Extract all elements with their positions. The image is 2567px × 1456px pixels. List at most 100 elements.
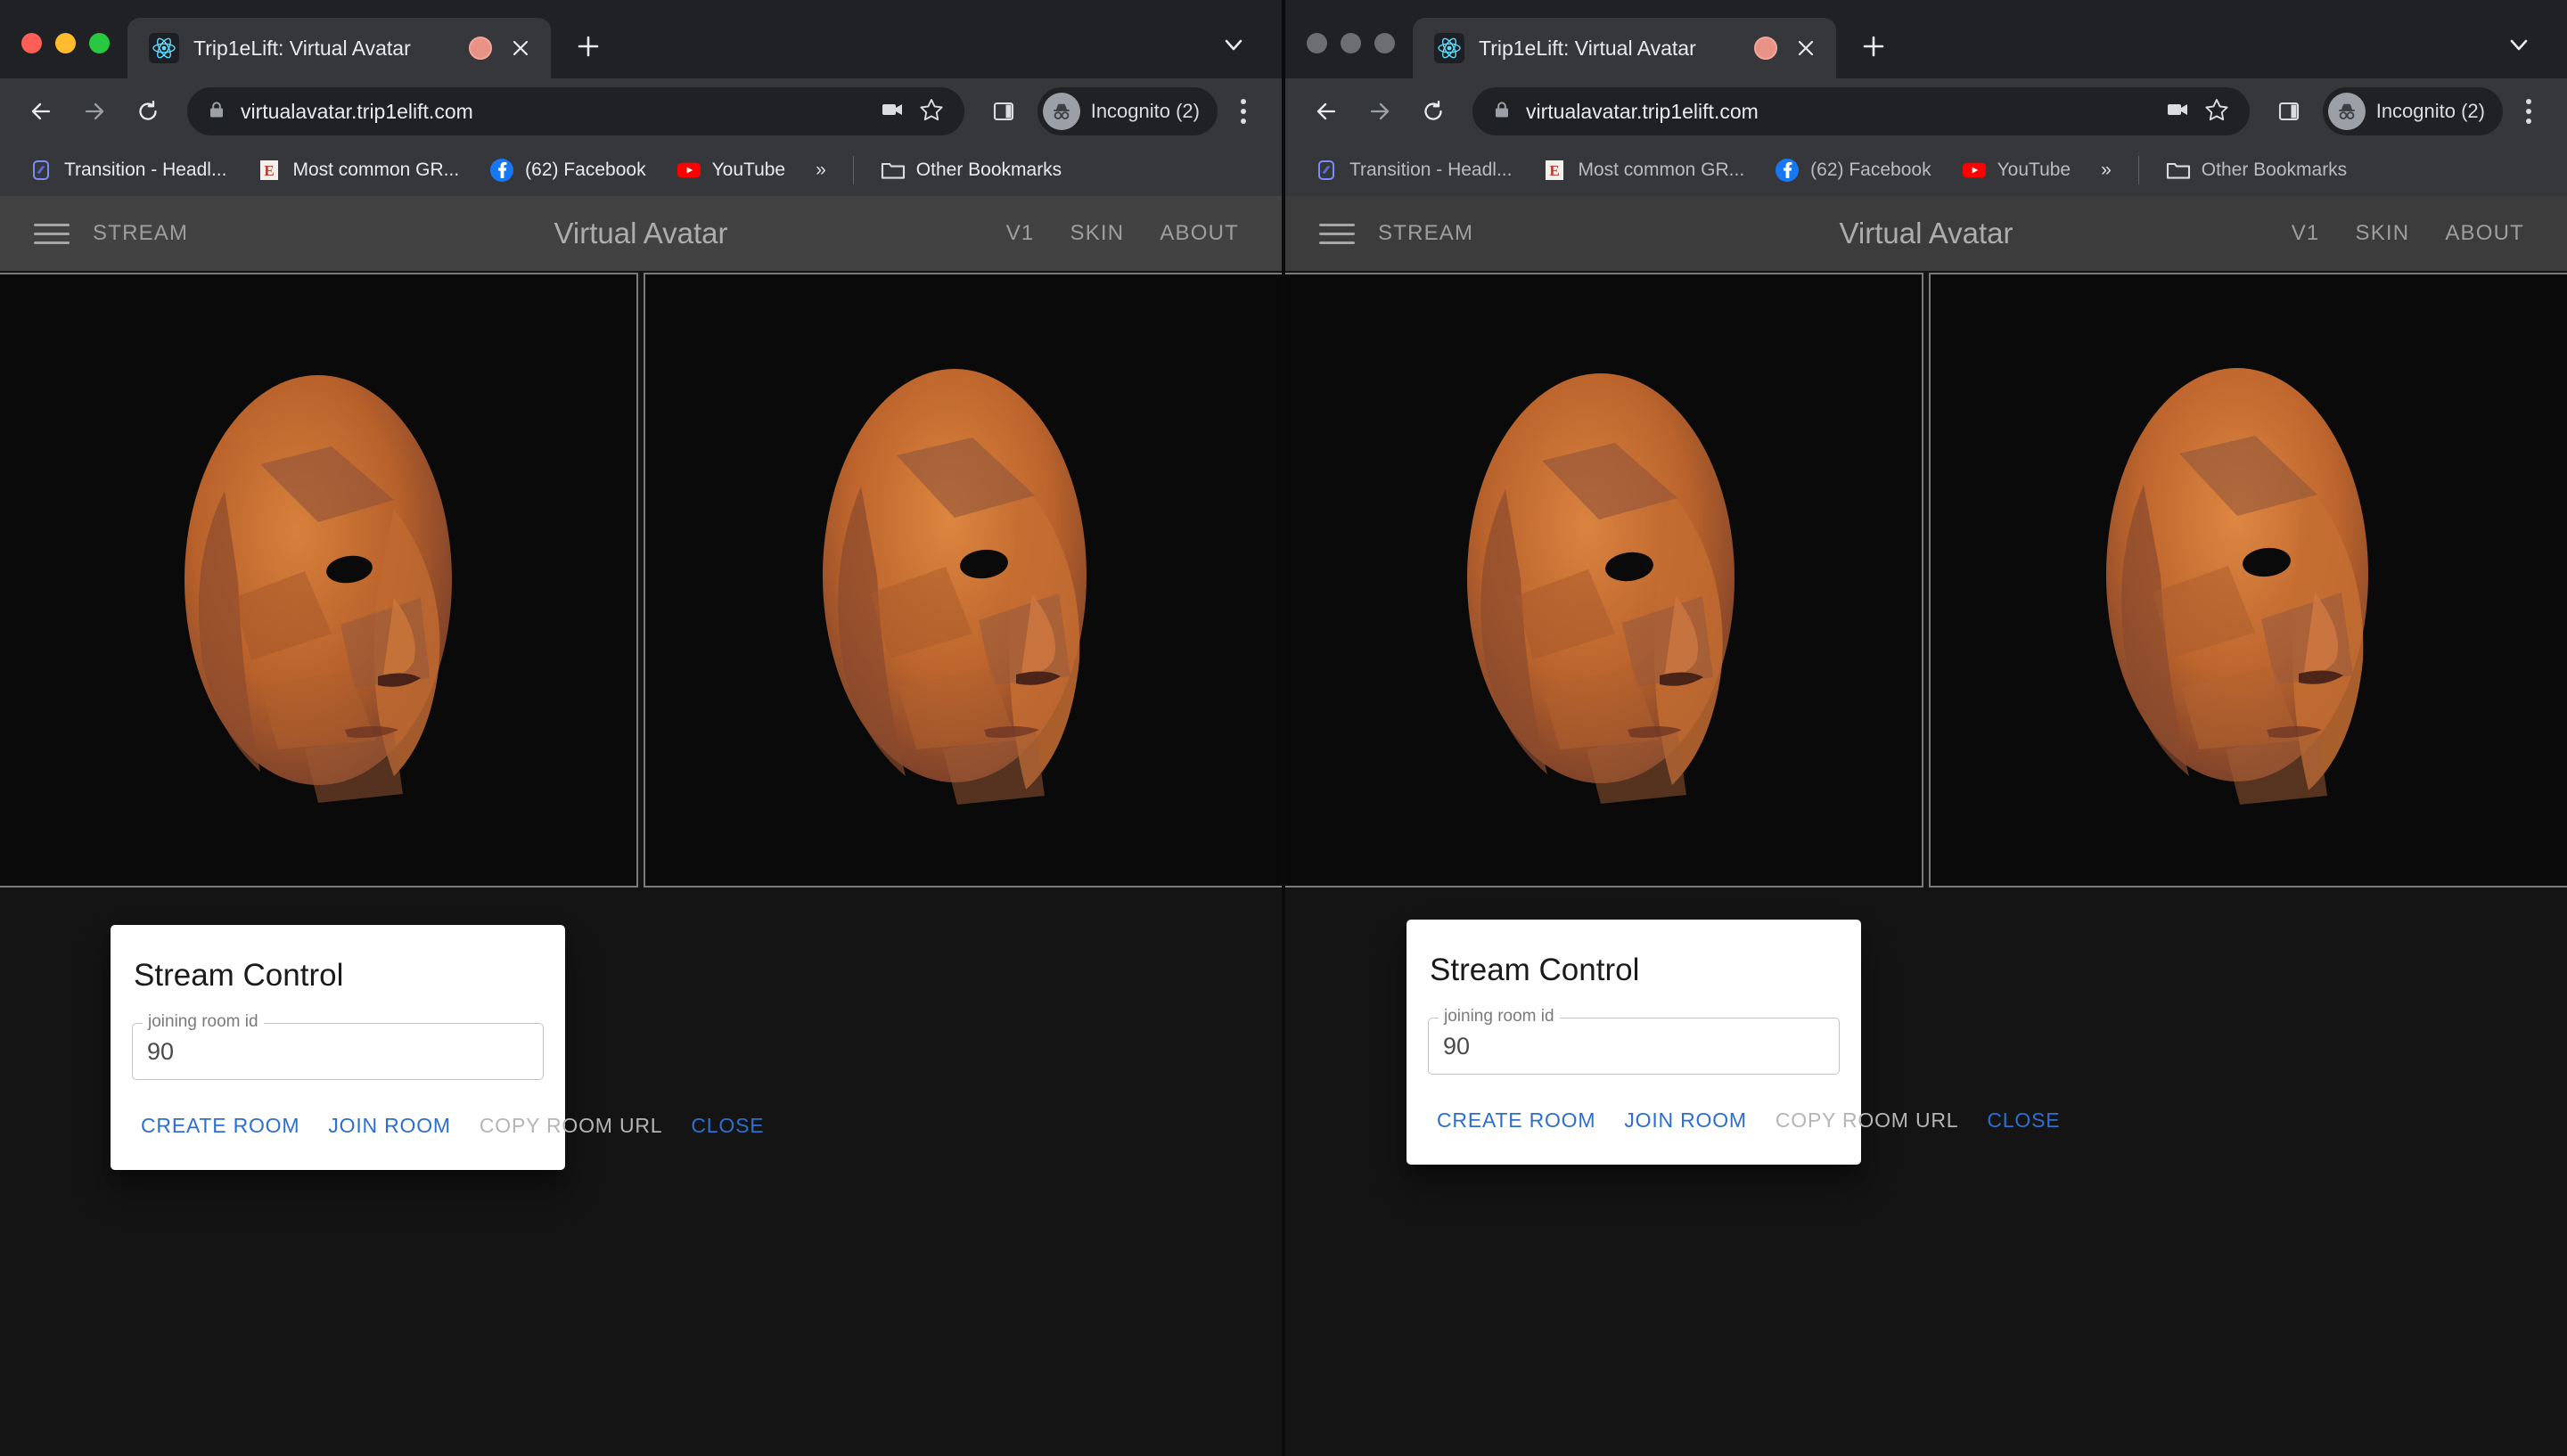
video-grid [0, 271, 1282, 888]
url-text: virtualavatar.trip1elift.com [241, 100, 865, 124]
close-window-button[interactable] [21, 33, 42, 53]
video-camera-icon[interactable] [879, 96, 906, 127]
maximize-window-button[interactable] [1374, 33, 1395, 53]
other-bookmarks-button[interactable]: Other Bookmarks [2153, 151, 2359, 190]
react-atom-icon [149, 33, 179, 63]
nav-item-stream[interactable]: STREAM [77, 221, 204, 246]
star-icon[interactable] [2203, 96, 2230, 127]
new-tab-button[interactable] [1849, 21, 1899, 71]
app-header: STREAM Virtual Avatar V1 SKIN ABOUT [1285, 196, 2567, 271]
incognito-hat-glasses-icon [2328, 93, 2366, 130]
close-window-button[interactable] [1307, 33, 1327, 53]
arrow-left-icon[interactable] [1301, 86, 1351, 136]
star-icon[interactable] [918, 96, 945, 127]
join-room-button[interactable]: JOIN ROOM [1610, 1101, 1761, 1140]
desktop-screen: Trip1eLift: Virtual Avatar [0, 0, 2567, 1456]
svg-text:E: E [1550, 162, 1560, 179]
window-controls[interactable] [1285, 33, 1413, 78]
double-chevron-icon[interactable]: » [2088, 152, 2124, 188]
close-dialog-button[interactable]: CLOSE [677, 1107, 778, 1145]
create-room-button[interactable]: CREATE ROOM [127, 1107, 314, 1145]
nav-item-v1[interactable]: V1 [990, 221, 1051, 246]
create-room-button[interactable]: CREATE ROOM [1423, 1101, 1610, 1140]
joining-room-id-field[interactable]: joining room id 90 [1428, 1018, 1840, 1075]
nav-item-skin[interactable]: SKIN [2339, 221, 2425, 246]
browser-toolbar: virtualavatar.trip1elift.com [0, 78, 1282, 144]
nav-item-about[interactable]: ABOUT [1144, 221, 1255, 246]
kebab-menu-icon[interactable] [1221, 86, 1266, 136]
bookmark-item[interactable]: (62) Facebook [1762, 151, 1943, 190]
joining-room-id-field[interactable]: joining room id 90 [132, 1023, 544, 1080]
facebook-icon [1775, 158, 1800, 183]
stream-control-dialog: Stream Control joining room id 90 CREATE… [111, 925, 565, 1170]
local-avatar-video[interactable] [0, 273, 638, 888]
address-bar[interactable]: virtualavatar.trip1elift.com [187, 87, 964, 135]
field-label: joining room id [1439, 1007, 1560, 1027]
bookmark-item[interactable]: Transition - Headl... [16, 151, 239, 190]
double-chevron-icon[interactable]: » [803, 152, 839, 188]
video-camera-icon[interactable] [2164, 96, 2191, 127]
close-icon[interactable] [506, 34, 535, 62]
chevron-down-icon[interactable] [2492, 20, 2546, 70]
bookmark-label: YouTube [1997, 160, 2071, 181]
side-panel-icon[interactable] [979, 86, 1029, 136]
close-dialog-button[interactable]: CLOSE [1972, 1101, 2074, 1140]
copy-room-url-button[interactable]: COPY ROOM URL [465, 1107, 677, 1145]
nav-item-v1[interactable]: V1 [2276, 221, 2336, 246]
arrow-left-icon[interactable] [16, 86, 66, 136]
remote-avatar-video[interactable] [1929, 273, 2567, 888]
remote-avatar-video[interactable] [644, 273, 1282, 888]
arrow-right-icon[interactable] [1355, 86, 1405, 136]
profile-button[interactable]: Incognito (2) [2323, 87, 2503, 135]
reload-icon[interactable] [123, 86, 173, 136]
chevron-down-icon[interactable] [1207, 20, 1260, 70]
bookmark-label: (62) Facebook [1810, 160, 1931, 181]
other-bookmarks-button[interactable]: Other Bookmarks [868, 151, 1074, 190]
window-controls[interactable] [0, 33, 127, 78]
bookmark-label: Transition - Headl... [64, 160, 226, 181]
nav-item-stream[interactable]: STREAM [1362, 221, 1489, 246]
tab-strip: Trip1eLift: Virtual Avatar [0, 0, 1282, 78]
e-letter-icon: E [257, 158, 282, 183]
dialog-actions: CREATE ROOM JOIN ROOM COPY ROOM URL CLOS… [111, 1080, 565, 1170]
browser-tab[interactable]: Trip1eLift: Virtual Avatar [127, 18, 551, 78]
nav-item-about[interactable]: ABOUT [2429, 221, 2540, 246]
close-icon[interactable] [1792, 34, 1820, 62]
bookmark-item[interactable]: Transition - Headl... [1301, 151, 1524, 190]
bookmark-item[interactable]: E Most common GR... [1530, 151, 1757, 190]
minimize-window-button[interactable] [55, 33, 76, 53]
maximize-window-button[interactable] [89, 33, 110, 53]
room-id-value: 90 [1443, 1033, 1470, 1060]
arrow-right-icon[interactable] [70, 86, 119, 136]
copy-room-url-button[interactable]: COPY ROOM URL [1761, 1101, 1973, 1140]
tab-title: Trip1eLift: Virtual Avatar [193, 37, 455, 61]
e-letter-icon: E [1542, 158, 1567, 183]
dialog-layer: Stream Control joining room id 90 CREATE… [0, 888, 1282, 1454]
nav-item-skin[interactable]: SKIN [1054, 221, 1140, 246]
minimize-window-button[interactable] [1341, 33, 1361, 53]
recording-indicator-icon[interactable] [1754, 37, 1777, 60]
svg-text:E: E [265, 162, 275, 179]
bookmarks-bar: Transition - Headl... E Most common GR..… [0, 144, 1282, 196]
bookmark-item[interactable]: YouTube [664, 151, 799, 190]
lock-icon [1492, 100, 1512, 124]
page-icon [1314, 158, 1339, 183]
other-bookmarks-label: Other Bookmarks [916, 160, 1062, 181]
join-room-button[interactable]: JOIN ROOM [314, 1107, 465, 1145]
reload-icon[interactable] [1408, 86, 1458, 136]
recording-indicator-icon[interactable] [469, 37, 492, 60]
folder-icon [2166, 158, 2191, 183]
new-tab-button[interactable] [563, 21, 613, 71]
kebab-menu-icon[interactable] [2506, 86, 2551, 136]
hamburger-menu-icon[interactable] [1312, 209, 1362, 258]
folder-icon [881, 158, 906, 183]
browser-tab[interactable]: Trip1eLift: Virtual Avatar [1413, 18, 1836, 78]
bookmark-item[interactable]: YouTube [1949, 151, 2084, 190]
profile-button[interactable]: Incognito (2) [1037, 87, 1218, 135]
bookmark-item[interactable]: (62) Facebook [477, 151, 658, 190]
address-bar[interactable]: virtualavatar.trip1elift.com [1472, 87, 2250, 135]
local-avatar-video[interactable] [1285, 273, 1923, 888]
side-panel-icon[interactable] [2264, 86, 2314, 136]
hamburger-menu-icon[interactable] [27, 209, 77, 258]
bookmark-item[interactable]: E Most common GR... [244, 151, 472, 190]
